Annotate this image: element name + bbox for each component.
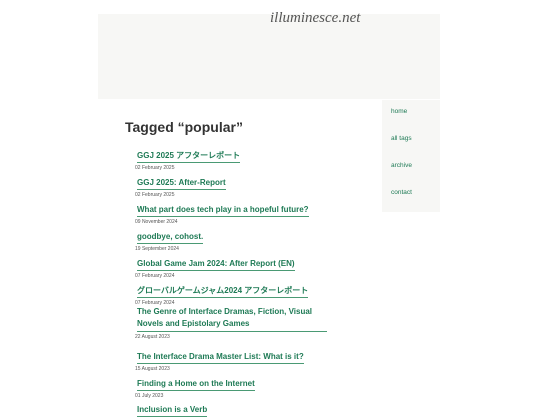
- header-banner: [98, 14, 440, 99]
- post-title-link[interactable]: Inclusion is a Verb: [137, 405, 208, 417]
- post-title-link[interactable]: Finding a Home on the Internet: [137, 379, 255, 391]
- nav-all-tags-link[interactable]: all tags: [391, 135, 412, 142]
- post-date: 02 February 2025: [135, 192, 175, 198]
- nav-home-link[interactable]: home: [391, 108, 407, 115]
- nav-contact-link[interactable]: contact: [391, 189, 412, 196]
- post-list-item: Inclusion is a Verb: [135, 399, 208, 417]
- post-list-item: The Interface Drama Master List: What is…: [135, 346, 304, 372]
- post-title-link[interactable]: The Interface Drama Master List: What is…: [137, 352, 304, 364]
- post-date: 02 February 2025: [135, 165, 175, 171]
- post-title-link[interactable]: The Genre of Interface Dramas, Fiction, …: [137, 306, 327, 332]
- post-title-link[interactable]: goodbye, cohost.: [137, 232, 204, 244]
- post-date: 07 February 2024: [135, 273, 175, 279]
- post-date: 19 September 2024: [135, 246, 179, 252]
- post-list-item: グローバルゲームジャム2024 アフターレポート 07 February 202…: [135, 280, 309, 306]
- post-title-link[interactable]: What part does tech play in a hopeful fu…: [137, 205, 309, 217]
- post-list-item: The Genre of Interface Dramas, Fiction, …: [135, 306, 327, 340]
- nav-archive-link[interactable]: archive: [391, 162, 412, 169]
- post-list-item: What part does tech play in a hopeful fu…: [135, 199, 309, 225]
- post-title-link[interactable]: Global Game Jam 2024: After Report (EN): [137, 259, 295, 271]
- post-title-link[interactable]: グローバルゲームジャム2024 アフターレポート: [137, 286, 309, 298]
- site-title-link[interactable]: illuminesce.net: [270, 10, 360, 27]
- post-date: 15 August 2023: [135, 366, 170, 372]
- post-list-item: Global Game Jam 2024: After Report (EN) …: [135, 253, 295, 279]
- post-list-item: Finding a Home on the Internet 01 July 2…: [135, 373, 255, 399]
- post-title-link[interactable]: GGJ 2025 アフターレポート: [137, 151, 241, 163]
- post-date: 09 November 2024: [135, 219, 178, 225]
- post-list-item: goodbye, cohost. 19 September 2024: [135, 226, 204, 252]
- post-date: 22 August 2023: [135, 334, 170, 340]
- post-title-link[interactable]: GGJ 2025: After-Report: [137, 178, 226, 190]
- post-list-item: GGJ 2025 アフターレポート 02 February 2025: [135, 145, 241, 171]
- post-list-item: GGJ 2025: After-Report 02 February 2025: [135, 172, 226, 198]
- page-title: Tagged “popular”: [125, 119, 243, 135]
